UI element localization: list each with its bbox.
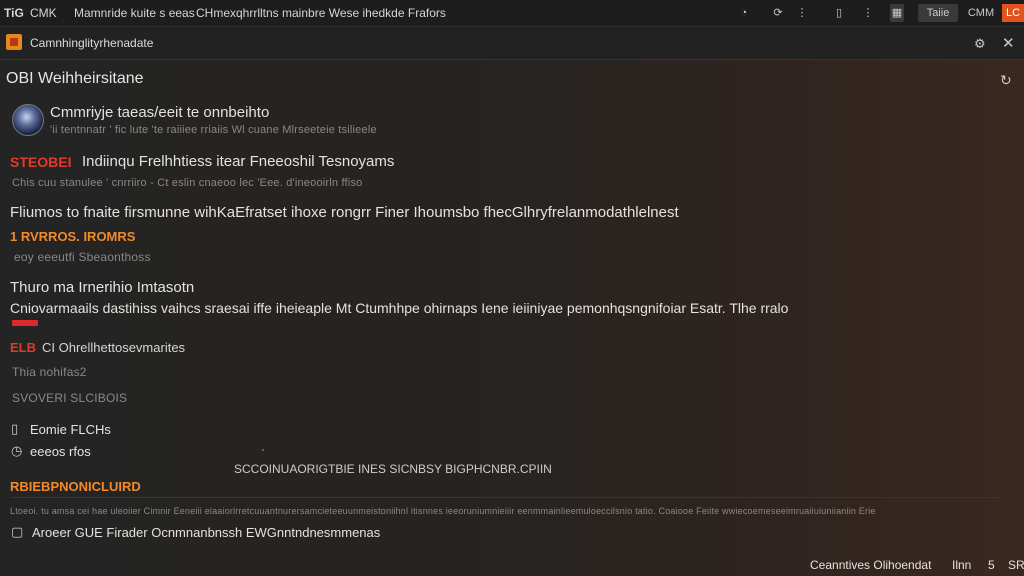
status-right[interactable]: SR: [1008, 558, 1024, 572]
account-label[interactable]: CMM: [966, 4, 996, 22]
headline[interactable]: Indiinqu Frelhhtiess itear Fneeoshil Tes…: [82, 153, 394, 170]
post-meta: 'ii tentnnatr ' fic lute 'te raiiiee rri…: [50, 124, 377, 136]
title-bar: TiG CMK Mamnride kuite s eeas CHmexqhrrl…: [0, 0, 1024, 27]
avatar[interactable]: [12, 104, 44, 136]
post-author[interactable]: Cmmriyje taeas/eeit te onnbeihto: [50, 104, 269, 121]
divider: [10, 497, 1000, 498]
badge-text: CI Ohrellhettosevmarites: [42, 340, 186, 355]
status-left: Ceanntives Olihoendat: [810, 558, 932, 572]
cursor-mark: ': [262, 448, 264, 459]
footer-heading: RBIEBPNONICLUIRD: [10, 479, 141, 494]
close-icon[interactable]: ✕: [1002, 34, 1015, 52]
caption: SCCOINUAORIGTBIE INES SICNBSY BIGPHCNBR.…: [234, 462, 552, 476]
elb-badge: ELB: [10, 340, 36, 355]
tab-active[interactable]: Taiie: [918, 4, 958, 22]
refresh-icon[interactable]: ↻: [1000, 72, 1012, 89]
channel-bar: [0, 27, 1024, 60]
document-icon: ▯: [11, 421, 19, 436]
channel-name[interactable]: Camnhinglityrhenadate: [30, 36, 153, 50]
status-num: 5: [988, 558, 995, 572]
menu-item[interactable]: CMK: [30, 6, 57, 20]
body-text: Fliumos to fnaite firsmunne wihKaEfratse…: [10, 204, 679, 221]
headline-meta: Chis cuu stanulee ' cnrriiro - Ct eslin …: [12, 177, 363, 189]
link-icon: ▢: [11, 524, 24, 539]
sub-label: eoy eeeutfi Sbeaonthoss: [14, 250, 151, 264]
app-logo-icon: [6, 34, 22, 50]
notification-badge[interactable]: LC: [1002, 4, 1024, 22]
clock-icon: ◷: [11, 443, 23, 458]
panel-icon[interactable]: ▯: [832, 4, 846, 22]
window-subtitle: CHmexqhrrlltns mainbre Wese ihedkde Fraf…: [196, 6, 446, 20]
caps-line: SVOVERI SLCIBOIS: [12, 391, 128, 405]
small-line: Thia nohifas2: [12, 365, 87, 379]
section-title: OBI Weihheirsitane: [6, 70, 144, 87]
description: Cniovarmaails dastihiss vaihcs sraesai i…: [10, 300, 789, 316]
item-label-1[interactable]: Eomie FLCHs: [30, 422, 111, 437]
subsection-title: Thuro ma Irnerihio Imtasotn: [10, 279, 195, 296]
tag-badge: STEOBEI: [10, 154, 72, 170]
highlight-label: 1 RVRROS. IROMRS: [10, 229, 136, 244]
sync-icon[interactable]: ⟳: [770, 4, 786, 22]
status-mid: Ilnn: [952, 558, 972, 572]
more-icon[interactable]: ⋮: [796, 4, 808, 22]
window-title: Mamnride kuite s eeas: [74, 6, 195, 20]
settings-icon[interactable]: ⚙: [974, 36, 986, 52]
alert-bar: [12, 320, 38, 326]
footer-link[interactable]: Aroeer GUE Firader Ocnmnanbnssh EWGnntnd…: [32, 525, 380, 540]
split-icon[interactable]: ⋮: [862, 4, 874, 22]
footer-meta: Ltoeoi. tu amsa cei hae uleoiier Cimnir …: [10, 506, 876, 516]
item-label-2[interactable]: eeeos rfos: [30, 444, 91, 459]
grid-icon[interactable]: ▦: [890, 4, 904, 22]
history-icon[interactable]: ◔: [736, 4, 752, 22]
app-name: TiG: [4, 6, 24, 20]
